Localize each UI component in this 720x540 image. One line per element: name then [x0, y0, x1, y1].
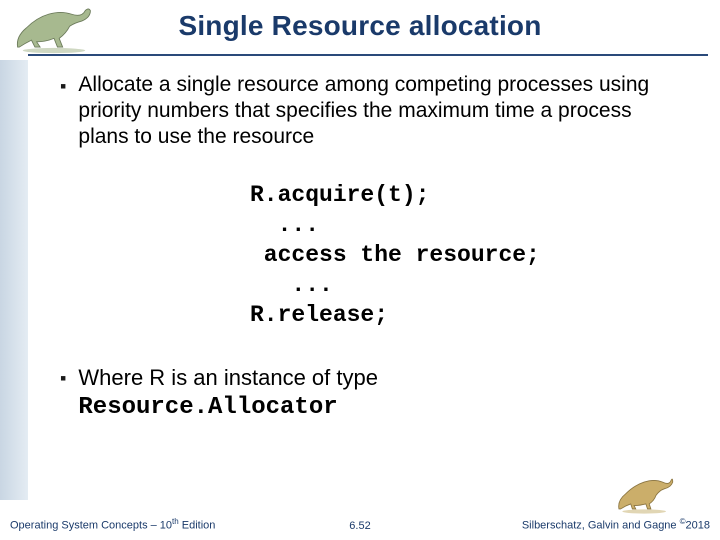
footer: Operating System Concepts – 10th Edition… — [0, 500, 720, 540]
bullet-text-prefix: Where R is an instance of type — [78, 365, 378, 390]
bullet-text-code: Resource.Allocator — [78, 394, 337, 421]
footer-left-sup: th — [172, 517, 179, 526]
bullet-item: ▪ Where R is an instance of type Resourc… — [60, 364, 684, 422]
bullet-item: ▪ Allocate a single resource among compe… — [60, 72, 684, 150]
code-line: R.release; — [250, 302, 388, 328]
code-block: R.acquire(t); ... access the resource; .… — [250, 180, 684, 330]
content: ▪ Allocate a single resource among compe… — [60, 72, 684, 436]
footer-left-prefix: Operating System Concepts – 10 — [10, 520, 172, 532]
dinosaur-top-icon — [8, 2, 100, 54]
bullet-text: Where R is an instance of type Resource.… — [78, 364, 378, 422]
footer-right-suffix: 2018 — [686, 520, 710, 532]
header: Single Resource allocation — [0, 0, 720, 58]
bullet-marker-icon: ▪ — [60, 364, 66, 422]
slide: Single Resource allocation ▪ Allocate a … — [0, 0, 720, 540]
footer-left: Operating System Concepts – 10th Edition — [10, 517, 215, 532]
bullet-marker-icon: ▪ — [60, 72, 66, 150]
left-sidebar-stripe — [0, 60, 28, 500]
page-title: Single Resource allocation — [0, 6, 720, 42]
footer-right: Silberschatz, Galvin and Gagne ©2018 — [522, 517, 710, 532]
code-line: ... — [250, 212, 319, 238]
bullet-text: Allocate a single resource among competi… — [78, 72, 684, 150]
code-line: R.acquire(t); — [250, 182, 429, 208]
footer-left-suffix: Edition — [179, 520, 216, 532]
footer-center: 6.52 — [349, 520, 370, 532]
footer-right-prefix: Silberschatz, Galvin and Gagne — [522, 520, 680, 532]
header-rule — [28, 54, 708, 56]
code-line: ... — [250, 272, 333, 298]
code-line: access the resource; — [250, 242, 540, 268]
